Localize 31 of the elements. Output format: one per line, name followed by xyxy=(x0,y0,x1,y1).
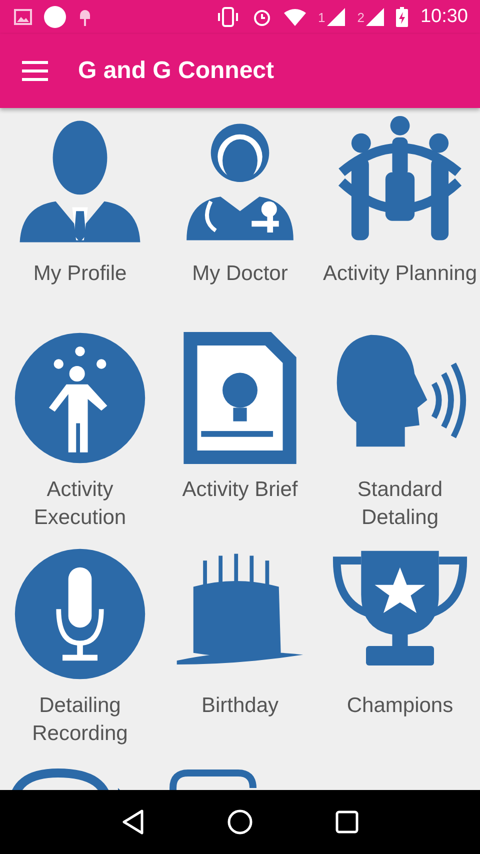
menu-tile[interactable]: My Profile xyxy=(0,114,160,330)
vibrate-icon xyxy=(216,7,240,27)
sim-number: 1 xyxy=(318,10,326,24)
gallery-icon xyxy=(14,9,32,25)
menu-button[interactable] xyxy=(22,61,48,81)
menu-tile[interactable]: Activity Brief xyxy=(160,330,320,546)
clock-time: 10:30 xyxy=(420,6,468,28)
menu-tile[interactable]: Champions xyxy=(320,546,480,762)
home-icon xyxy=(227,809,253,835)
app-title: G and G Connect xyxy=(78,57,274,85)
home-button[interactable] xyxy=(227,809,253,835)
menu-tile[interactable]: Activity Execution xyxy=(0,330,160,546)
recents-icon xyxy=(335,810,359,834)
tile-icon xyxy=(12,330,148,466)
menu-tile[interactable]: Birthday xyxy=(160,546,320,762)
sim-number: 2 xyxy=(357,10,364,24)
signal-icon xyxy=(366,8,384,26)
alarm-icon xyxy=(252,7,272,27)
menu-tile[interactable]: Standard Detaling xyxy=(320,330,480,546)
menu-tile[interactable]: My Doctor xyxy=(160,114,320,330)
menu-icon xyxy=(22,61,48,81)
back-button[interactable] xyxy=(121,809,145,835)
circle-icon xyxy=(44,6,66,28)
recents-button[interactable] xyxy=(335,810,359,834)
battery-icon xyxy=(396,7,408,27)
wifi-icon xyxy=(284,8,306,26)
tile-icon xyxy=(12,546,148,682)
signal-icon xyxy=(327,8,346,26)
menu-tile[interactable]: Detailing Recording xyxy=(0,546,160,762)
back-icon xyxy=(121,809,145,835)
menu-tile[interactable]: Activity Planning xyxy=(320,114,480,330)
